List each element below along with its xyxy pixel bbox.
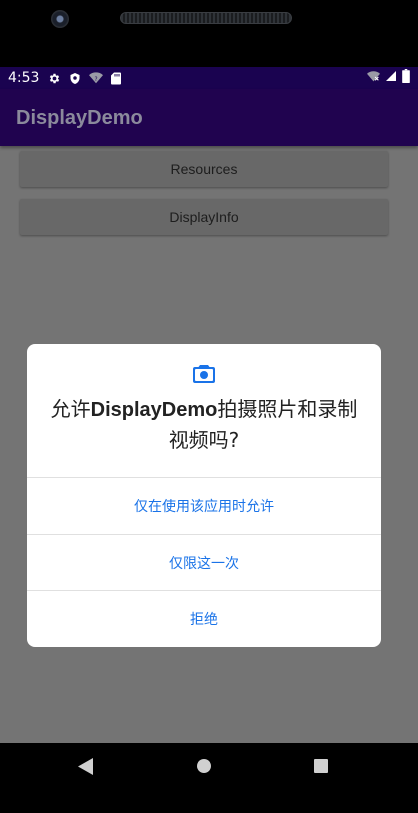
- camera-icon: [193, 364, 215, 384]
- message-prefix: 允许: [50, 397, 91, 421]
- earpiece-speaker: [120, 12, 292, 24]
- wifi-question-icon: ?: [89, 72, 104, 84]
- recents-icon[interactable]: [314, 759, 328, 773]
- screen: 4:53 ? DisplayDemo Resources DisplayInfo…: [0, 67, 418, 743]
- status-time: 4:53: [8, 70, 40, 86]
- shield-icon: [69, 72, 81, 85]
- signal-icon: [385, 70, 397, 86]
- status-bar: 4:53 ?: [0, 67, 418, 89]
- home-icon[interactable]: [197, 759, 211, 773]
- wifi-x-icon: [367, 70, 380, 86]
- status-right-icons: [367, 69, 410, 87]
- device-frame: 4:53 ? DisplayDemo Resources DisplayInfo…: [0, 0, 418, 813]
- message-app-name: DisplayDemo: [90, 399, 218, 421]
- allow-once-button[interactable]: 仅限这一次: [27, 534, 381, 591]
- main-content: Resources DisplayInfo 允许DisplayDemo拍摄照片和…: [0, 146, 418, 743]
- back-icon[interactable]: [78, 758, 94, 779]
- gear-icon: [48, 72, 61, 85]
- app-title: DisplayDemo: [16, 107, 143, 129]
- permission-dialog: 允许DisplayDemo拍摄照片和录制视频吗? 仅在使用该应用时允许 仅限这一…: [27, 344, 381, 647]
- resources-button[interactable]: Resources: [20, 151, 388, 187]
- permission-message: 允许DisplayDemo拍摄照片和录制视频吗?: [43, 394, 365, 455]
- svg-text:?: ?: [95, 77, 98, 83]
- app-bar: DisplayDemo: [0, 89, 418, 146]
- deny-button[interactable]: 拒绝: [27, 590, 381, 647]
- allow-while-using-button[interactable]: 仅在使用该应用时允许: [27, 477, 381, 534]
- battery-icon: [402, 69, 410, 87]
- front-camera: [51, 10, 69, 28]
- sd-card-icon: [111, 72, 122, 85]
- display-info-button[interactable]: DisplayInfo: [20, 199, 388, 235]
- navigation-bar: [0, 743, 418, 813]
